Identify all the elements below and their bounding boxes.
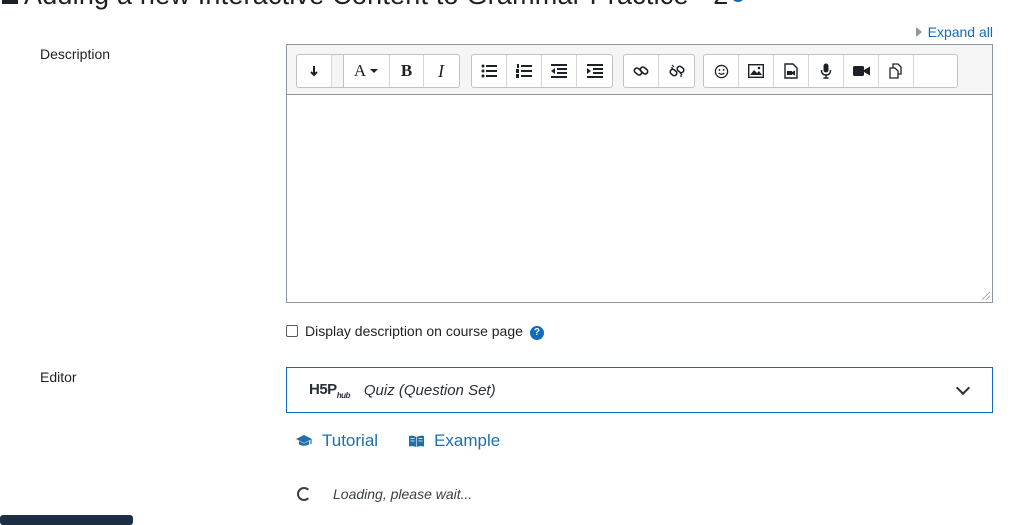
h5p-hub-logo: H5Phub — [309, 380, 350, 400]
display-description-row: Display description on course page ? — [286, 323, 544, 340]
toolbar-empty-slot — [914, 55, 957, 87]
toolbar-group-links — [623, 54, 695, 88]
page-icon — [2, 0, 18, 4]
ordered-list-icon[interactable] — [507, 55, 542, 87]
record-video-icon[interactable] — [844, 55, 879, 87]
display-description-label[interactable]: Display description on course page — [305, 323, 523, 339]
description-textarea[interactable] — [286, 94, 993, 303]
media-icon[interactable] — [774, 55, 809, 87]
emoji-icon[interactable] — [704, 55, 739, 87]
submit-button[interactable] — [0, 515, 133, 525]
editor-links: Tutorial Example — [295, 431, 500, 451]
display-description-checkbox[interactable] — [286, 325, 298, 337]
graduation-cap-icon — [296, 435, 312, 446]
content-type-select[interactable]: H5Phub Quiz (Question Set) — [286, 367, 993, 413]
editor-toolbar: A B I — [286, 44, 993, 94]
resize-handle[interactable] — [982, 292, 990, 300]
book-icon — [409, 435, 425, 447]
spinner-icon — [297, 487, 311, 501]
expand-all-link[interactable]: Expand all — [915, 24, 993, 40]
record-audio-icon[interactable] — [809, 55, 844, 87]
italic-icon[interactable]: I — [424, 55, 458, 87]
editor-label: Editor — [40, 369, 77, 385]
collapse-icon[interactable] — [297, 55, 332, 87]
unordered-list-icon[interactable] — [472, 55, 507, 87]
page-title: Adding a new Interactive Content to Gram… — [24, 0, 745, 11]
example-link[interactable]: Example — [408, 431, 500, 451]
help-icon[interactable]: ? — [730, 0, 745, 2]
indent-icon[interactable] — [577, 55, 612, 87]
manage-files-icon[interactable] — [879, 55, 914, 87]
toolbar-group-media — [703, 54, 958, 88]
toolbar-gap — [332, 55, 344, 87]
outdent-icon[interactable] — [542, 55, 577, 87]
link-icon[interactable] — [624, 55, 659, 87]
triangle-right-icon — [915, 27, 922, 38]
toolbar-group-style: A B I — [296, 54, 460, 88]
help-icon[interactable]: ? — [529, 326, 544, 340]
chevron-down-icon — [955, 380, 971, 396]
tutorial-link[interactable]: Tutorial — [295, 431, 378, 451]
loading-indicator: Loading, please wait... — [297, 486, 472, 502]
image-icon[interactable] — [739, 55, 774, 87]
toolbar-group-lists — [471, 54, 613, 88]
selected-content-type: Quiz (Question Set) — [363, 381, 496, 399]
description-label: Description — [40, 46, 111, 62]
unlink-icon[interactable] — [659, 55, 694, 87]
font-style-icon[interactable]: A — [344, 55, 390, 87]
description-editor: A B I — [286, 44, 993, 303]
bold-icon[interactable]: B — [390, 55, 424, 87]
